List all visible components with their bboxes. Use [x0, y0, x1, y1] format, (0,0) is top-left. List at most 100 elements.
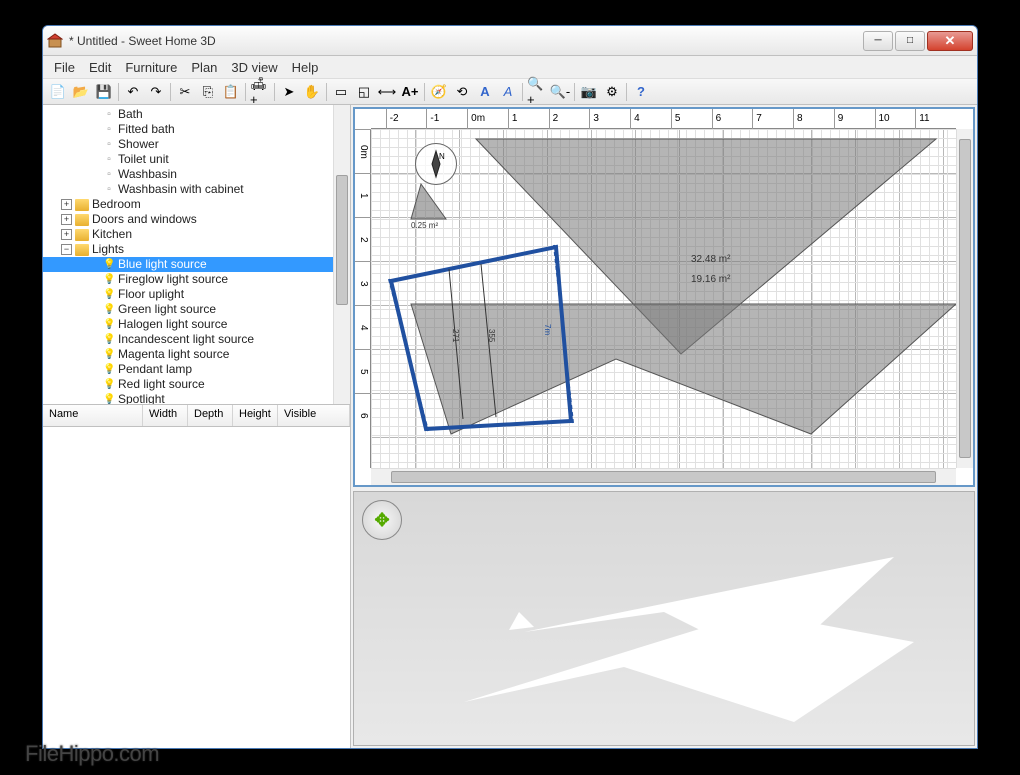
furniture-icon: ▫ [103, 124, 115, 136]
maximize-button[interactable]: □ [895, 31, 925, 51]
wall-icon[interactable]: ▭ [330, 81, 352, 103]
tree-item[interactable]: 💡Floor uplight [43, 287, 350, 302]
col-height[interactable]: Height [233, 405, 278, 426]
tree-item-label: Toilet unit [118, 152, 169, 167]
pan-icon[interactable]: ✋ [301, 81, 323, 103]
text-icon[interactable]: A+ [399, 81, 421, 103]
room-icon[interactable]: ◱ [353, 81, 375, 103]
tree-item[interactable]: 💡Spotlight [43, 392, 350, 405]
tree-item-label: Pendant lamp [118, 362, 192, 377]
tree-item[interactable]: 💡Red light source [43, 377, 350, 392]
tree-scrollbar[interactable] [333, 105, 350, 404]
tree-item[interactable]: 💡Magenta light source [43, 347, 350, 362]
tree-item-label: Washbasin [118, 167, 177, 182]
col-visible[interactable]: Visible [278, 405, 350, 426]
3d-shapes [354, 492, 974, 745]
col-width[interactable]: Width [143, 405, 188, 426]
tree-item[interactable]: 💡Halogen light source [43, 317, 350, 332]
dim-label-1: 271 [451, 329, 460, 342]
tree-item[interactable]: ▫Toilet unit [43, 152, 350, 167]
dimension-icon[interactable]: ⟷ [376, 81, 398, 103]
col-name[interactable]: Name [43, 405, 143, 426]
dim-label-2: 355 [487, 329, 496, 342]
menu-plan[interactable]: Plan [184, 58, 224, 77]
tree-folder[interactable]: +Doors and windows [43, 212, 350, 227]
separator [274, 83, 275, 101]
ruler-tick: 9 [834, 109, 875, 129]
minimize-button[interactable]: ─ [863, 31, 893, 51]
tree-folder[interactable]: −Lights [43, 242, 350, 257]
furniture-icon: ▫ [103, 139, 115, 151]
copy-icon[interactable]: ⎘ [197, 81, 219, 103]
compass-icon[interactable]: 🧭 [428, 81, 450, 103]
furniture-icon: 💡 [103, 334, 115, 346]
expand-icon[interactable]: + [61, 214, 72, 225]
paste-icon[interactable]: 📋 [220, 81, 242, 103]
plan-shapes [371, 129, 971, 469]
tree-folder[interactable]: + Kitchen [43, 227, 350, 242]
undo-icon[interactable]: ↶ [122, 81, 144, 103]
tree-item-label: Bath [118, 107, 143, 122]
furniture-icon: 💡 [103, 274, 115, 286]
tree-item[interactable]: ▫Washbasin with cabinet [43, 182, 350, 197]
select-icon[interactable]: ➤ [278, 81, 300, 103]
tree-item[interactable]: ▫Shower [43, 137, 350, 152]
new-icon[interactable]: 📄 [47, 81, 69, 103]
tree-item-label: Spotlight [118, 392, 165, 405]
furniture-icon: ▫ [103, 109, 115, 121]
tree-item-label: Washbasin with cabinet [118, 182, 244, 197]
open-icon[interactable]: 📂 [70, 81, 92, 103]
folder-icon [75, 214, 89, 226]
menu-help[interactable]: Help [285, 58, 326, 77]
expand-icon[interactable]: + [61, 229, 72, 240]
cut-icon[interactable]: ✂ [174, 81, 196, 103]
tree-item[interactable]: ▫Washbasin [43, 167, 350, 182]
plan-hscroll[interactable] [371, 468, 956, 485]
ruler-tick: 2 [549, 109, 590, 129]
zoom-out-icon[interactable]: 🔍- [549, 81, 571, 103]
furniture-icon: 💡 [103, 364, 115, 376]
tree-item[interactable]: 💡Blue light source [43, 257, 350, 272]
tree-item-label: Incandescent light source [118, 332, 254, 347]
furniture-icon: ▫ [103, 154, 115, 166]
collapse-icon[interactable]: − [61, 244, 72, 255]
redo-icon[interactable]: ↷ [145, 81, 167, 103]
menu-3dview[interactable]: 3D view [224, 58, 284, 77]
font-italic-icon[interactable]: A [497, 81, 519, 103]
tree-item[interactable]: 💡Green light source [43, 302, 350, 317]
plan-view[interactable]: -2-10m1234567891011 0m123456 N [353, 107, 975, 487]
help-icon[interactable]: ? [630, 81, 652, 103]
tree-item[interactable]: ▫Bath [43, 107, 350, 122]
plan-canvas[interactable]: N 32.48 m² 19.16 m² 0.25 m² [371, 129, 956, 468]
3d-view[interactable]: ✥ [353, 491, 975, 746]
tree-item[interactable]: 💡Pendant lamp [43, 362, 350, 377]
rotate-icon[interactable]: ⟲ [451, 81, 473, 103]
font-bold-icon[interactable]: A [474, 81, 496, 103]
folder-icon [75, 244, 89, 256]
tree-item-label: Green light source [118, 302, 216, 317]
ruler-tick: 0m [467, 109, 508, 129]
expand-icon[interactable]: + [61, 199, 72, 210]
menu-furniture[interactable]: Furniture [118, 58, 184, 77]
titlebar[interactable]: * Untitled - Sweet Home 3D ─ □ ✕ [43, 26, 977, 56]
menu-file[interactable]: File [47, 58, 82, 77]
furniture-icon: ▫ [103, 184, 115, 196]
menu-edit[interactable]: Edit [82, 58, 118, 77]
tree-item[interactable]: 💡Incandescent light source [43, 332, 350, 347]
save-icon[interactable]: 💾 [93, 81, 115, 103]
tree-item[interactable]: 💡Fireglow light source [43, 272, 350, 287]
plan-vscroll[interactable] [956, 129, 973, 468]
add-furniture-icon[interactable]: 🛋+ [249, 81, 271, 103]
ruler-tick: 1 [355, 173, 371, 217]
tree-item-label: Red light source [118, 377, 205, 392]
col-depth[interactable]: Depth [188, 405, 233, 426]
tree-item-label: Magenta light source [118, 347, 229, 362]
catalog-tree[interactable]: ▫Bath▫Fitted bath▫Shower▫Toilet unit▫Was… [43, 105, 350, 405]
tree-item-label: Kitchen [92, 227, 132, 242]
preferences-icon[interactable]: ⚙ [601, 81, 623, 103]
tree-item[interactable]: ▫Fitted bath [43, 122, 350, 137]
tree-folder[interactable]: +Bedroom [43, 197, 350, 212]
close-button[interactable]: ✕ [927, 31, 973, 51]
photo-icon[interactable]: 📷 [578, 81, 600, 103]
zoom-in-icon[interactable]: 🔍+ [526, 81, 548, 103]
